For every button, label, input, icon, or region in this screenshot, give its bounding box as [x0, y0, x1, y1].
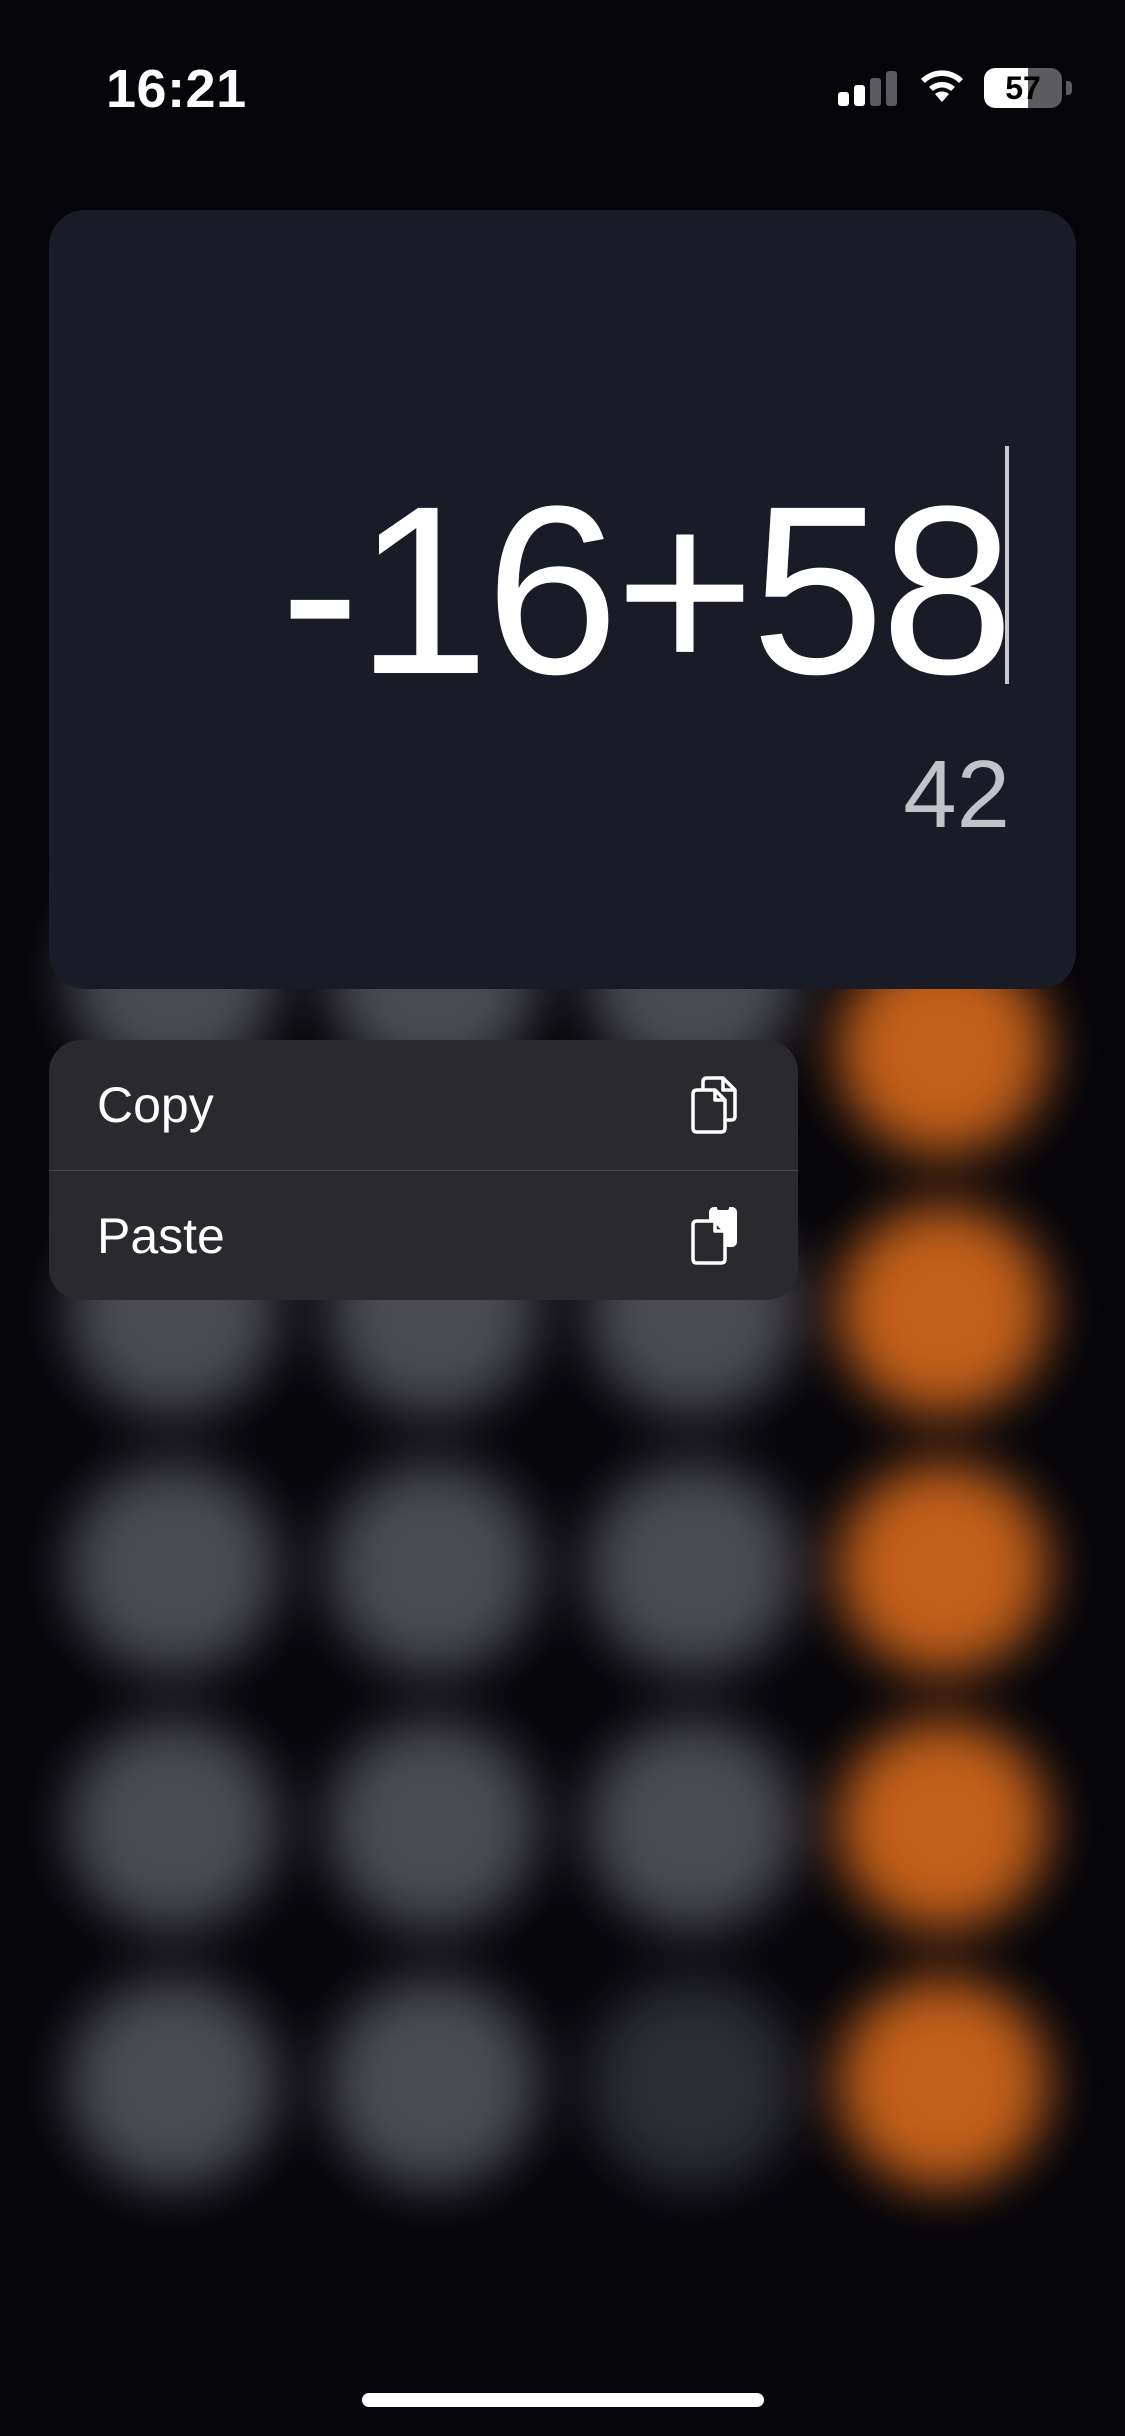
- keypad-key: [588, 1463, 798, 1673]
- copy-label: Copy: [97, 1077, 214, 1133]
- context-menu: Copy Paste: [49, 1040, 798, 1300]
- battery-cap: [1066, 81, 1072, 95]
- status-time: 16:21: [106, 59, 247, 119]
- keypad-key: [588, 1720, 798, 1930]
- cellular-signal-icon: [838, 71, 897, 106]
- text-cursor: [1005, 446, 1009, 684]
- operator-key: [838, 1463, 1048, 1673]
- expression-text[interactable]: -16+58: [280, 470, 1014, 710]
- copy-icon: [691, 1076, 737, 1134]
- keypad-key: [68, 1720, 278, 1930]
- keypad-key: [328, 1720, 538, 1930]
- operator-key: [838, 1978, 1048, 2188]
- paste-icon: [691, 1205, 737, 1265]
- battery-indicator: 57: [984, 68, 1072, 108]
- keypad-key: [328, 1978, 538, 2188]
- operator-key: [838, 1205, 1048, 1415]
- calculator-display[interactable]: -16+58 42: [49, 210, 1076, 989]
- result-preview: 42: [903, 741, 1010, 848]
- keypad-key: [68, 1978, 278, 2188]
- home-indicator[interactable]: [362, 2393, 764, 2407]
- keypad-key: [328, 1463, 538, 1673]
- paste-menu-item[interactable]: Paste: [49, 1171, 798, 1300]
- paste-label: Paste: [97, 1208, 225, 1264]
- battery-level: 57: [1005, 70, 1041, 106]
- keypad-key: [68, 1463, 278, 1673]
- wifi-icon: [921, 70, 963, 102]
- status-bar: 16:21 57: [0, 0, 1125, 180]
- calculator-screen: 16:21 57 -16+58 42 Copy Paste: [0, 0, 1125, 2436]
- copy-menu-item[interactable]: Copy: [49, 1040, 798, 1170]
- operator-key: [838, 1720, 1048, 1930]
- keypad-key: [588, 1978, 798, 2188]
